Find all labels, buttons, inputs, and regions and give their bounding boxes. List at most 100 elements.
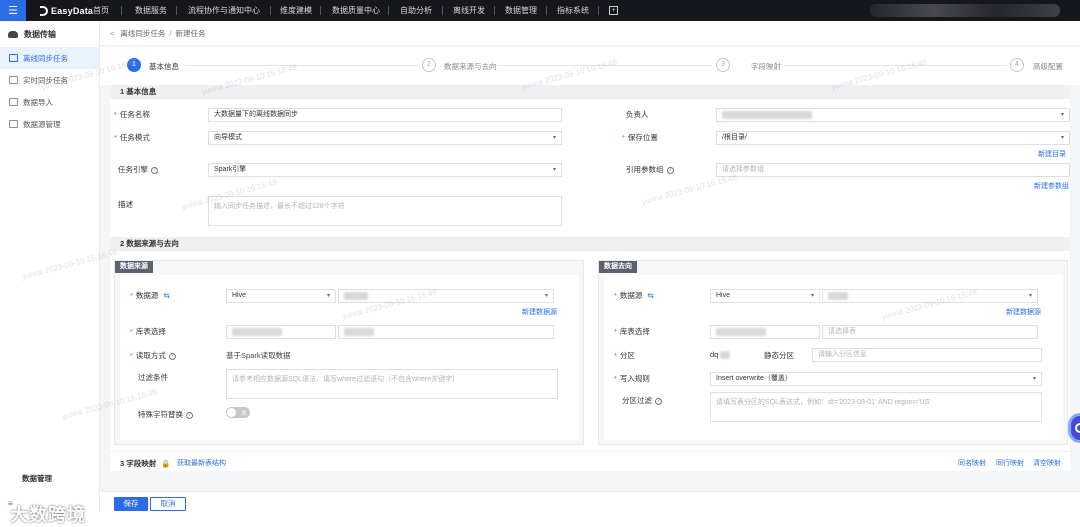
owner-select[interactable]: ▾ <box>716 108 1070 122</box>
breadcrumb-current: 新建任务 <box>175 28 206 38</box>
help-icon: ? <box>151 166 158 174</box>
task-name-label: * 任务名称 <box>114 110 150 119</box>
clear-mapping-link[interactable]: 清空映射 <box>1033 458 1061 468</box>
dest-panel: 数据去向 * 数据源 ⇆ Hive ▾ ▾ 新建数据源 * 库表选择 请选择表 * 分区 … <box>598 260 1068 445</box>
nav-data-quality[interactable]: 数据质量中心 <box>332 0 380 21</box>
new-directory-link[interactable]: 新建目录 <box>1038 149 1066 159</box>
dest-table-label: * 库表选择 <box>614 327 650 336</box>
nav-data-service[interactable]: 数据服务 <box>135 0 167 21</box>
sidebar-item-label: 离线同步任务 <box>23 53 68 63</box>
new-param-group-link[interactable]: 新建参数组 <box>1034 181 1069 191</box>
back-icon[interactable]: < <box>110 29 114 38</box>
step-2-label: 数据来源与去向 <box>444 62 497 71</box>
breadcrumb-parent[interactable]: 离线同步任务 <box>120 28 165 39</box>
help-icon: ? <box>655 397 662 405</box>
step-1-circle: 1 <box>127 58 141 72</box>
step-3-circle: 3 <box>716 58 730 72</box>
source-tag: 数据来源 <box>115 261 153 273</box>
partition-label: * 分区 <box>614 351 635 360</box>
param-group-select[interactable]: 请选择参数组 <box>716 163 1070 177</box>
datasource-icon <box>9 120 18 128</box>
task-name-input[interactable]: 大数据量下的离线数据同步 <box>208 108 562 122</box>
nav-dimension-modeling[interactable]: 维度建模 <box>280 0 312 21</box>
nav-offline-dev[interactable]: 离线开发 <box>453 0 485 21</box>
source-ds-label: * 数据源 ⇆ <box>130 291 170 300</box>
task-mode-label: * 任务模式 <box>114 133 150 142</box>
engine-select[interactable]: Spark引擎 ▾ <box>208 163 562 177</box>
sync-icon <box>9 54 18 62</box>
special-char-toggle[interactable]: 关 <box>226 407 250 418</box>
source-ds-select[interactable]: ▾ <box>338 289 554 303</box>
nav-home[interactable]: 首页 <box>93 0 109 21</box>
task-mode-select[interactable]: 向导模式 ▾ <box>208 131 562 145</box>
step-2-circle: 2 <box>422 58 436 72</box>
sidebar: 数据传输 离线同步任务 实时同步任务 数据导入 数据源管理 数据管理 ≡ 大数跨… <box>0 21 100 525</box>
chevron-down-icon: ▾ <box>544 293 548 299</box>
description-textarea[interactable]: 输入同步任务描述，最长不超过128个字符 <box>208 196 562 226</box>
user-area[interactable] <box>870 4 1060 17</box>
menu-icon[interactable]: ☰ <box>0 0 26 21</box>
engine-label: 任务引擎? <box>118 164 158 175</box>
source-table-label: * 库表选择 <box>130 327 166 336</box>
dest-ds-label: * 数据源 ⇆ <box>614 291 654 300</box>
breadcrumb: < 离线同步任务 / 新建任务 <box>100 21 1080 46</box>
sidebar-item-label: 数据源管理 <box>23 119 61 129</box>
source-table-select[interactable] <box>338 325 554 339</box>
cancel-button[interactable]: 取消 <box>150 497 186 511</box>
write-rule-select[interactable]: Insert overwrite（覆盖） ▾ <box>710 372 1042 386</box>
step-connector <box>498 65 712 66</box>
add-tab-icon[interactable]: + <box>609 6 618 15</box>
nav-data-management[interactable]: 数据管理 <box>505 0 537 21</box>
logo-mark-icon <box>40 5 48 16</box>
same-row-mapping-link[interactable]: 同行映射 <box>996 458 1024 468</box>
static-partition-input[interactable]: 请输入分区信息 <box>812 348 1042 362</box>
chevron-down-icon: ▾ <box>1060 112 1064 118</box>
sidebar-bottom-item[interactable]: 数据管理 <box>22 473 52 484</box>
description-label: 描述 <box>118 200 133 209</box>
read-mode-value: 基于Spark读取数据 <box>226 351 291 360</box>
field-mapping-section: 3 字段映射 🔒 获取最新表结构 同名映射 同行映射 清空映射 <box>110 451 1070 471</box>
nav-workflow[interactable]: 流程协作与通知中心 <box>188 0 260 21</box>
chevron-down-icon: ▾ <box>810 293 814 299</box>
dest-ds-type-select[interactable]: Hive ▾ <box>710 289 820 303</box>
nav-self-analysis[interactable]: 自助分析 <box>400 0 432 21</box>
same-name-mapping-link[interactable]: 同名映射 <box>958 458 986 468</box>
dest-ds-select[interactable]: ▾ <box>822 289 1038 303</box>
fetch-schema-link[interactable]: 获取最新表结构 <box>177 458 226 468</box>
floating-assistant-icon[interactable] <box>1068 413 1080 443</box>
lock-icon: 🔒 <box>161 459 171 468</box>
sidebar-item-data-import[interactable]: 数据导入 <box>0 91 99 113</box>
chevron-down-icon: ▾ <box>1032 376 1036 382</box>
switch-icon: ⇆ <box>647 291 654 300</box>
step-connector <box>784 65 1006 66</box>
dest-db-select[interactable] <box>710 325 820 339</box>
dest-table-select[interactable]: 请选择表 <box>822 325 1038 339</box>
filter-textarea[interactable]: 请参考相应数据源SQL语法，填写where过滤语句（不包含where关键字） <box>226 369 558 399</box>
sidebar-item-offline-sync[interactable]: 离线同步任务 <box>0 47 99 69</box>
chevron-down-icon: ▾ <box>1060 135 1064 141</box>
save-position-select[interactable]: /根目录/▾ <box>716 131 1070 145</box>
footer-actions: 保存 取消 <box>100 491 1080 512</box>
section-title: 1 基本信息 <box>110 85 1070 99</box>
chevron-down-icon: ▾ <box>326 293 330 299</box>
partition-filter-label: 分区过滤? <box>622 395 662 406</box>
source-db-select[interactable] <box>226 325 336 339</box>
sidebar-item-realtime-sync[interactable]: 实时同步任务 <box>0 69 99 91</box>
save-position-label: * 保存位置 <box>622 133 658 142</box>
section-title: 3 字段映射 🔒 <box>120 459 171 468</box>
dest-new-ds-link[interactable]: 新建数据源 <box>1006 307 1041 317</box>
source-ds-type-select[interactable]: Hive ▾ <box>226 289 336 303</box>
sidebar-item-datasource-mgmt[interactable]: 数据源管理 <box>0 113 99 135</box>
step-1-label: 基本信息 <box>149 62 179 71</box>
step-4-label: 高级配置 <box>1033 62 1063 71</box>
save-button[interactable]: 保存 <box>114 497 148 511</box>
step-connector <box>186 65 418 66</box>
top-navigation-bar: ☰ EasyData 首页 数据服务 流程协作与通知中心 维度建模 数据质量中心… <box>0 0 1080 21</box>
cloud-icon <box>8 30 18 38</box>
nav-metrics[interactable]: 指标系统 <box>557 0 589 21</box>
partition-filter-textarea[interactable]: 请填写表分区的SQL表达式，例如：dt='2023-08-01' AND reg… <box>710 392 1042 422</box>
import-icon <box>9 98 18 106</box>
source-new-ds-link[interactable]: 新建数据源 <box>522 307 557 317</box>
sidebar-title: 数据传输 <box>0 21 99 47</box>
write-rule-label: * 写入规则 <box>614 374 650 383</box>
